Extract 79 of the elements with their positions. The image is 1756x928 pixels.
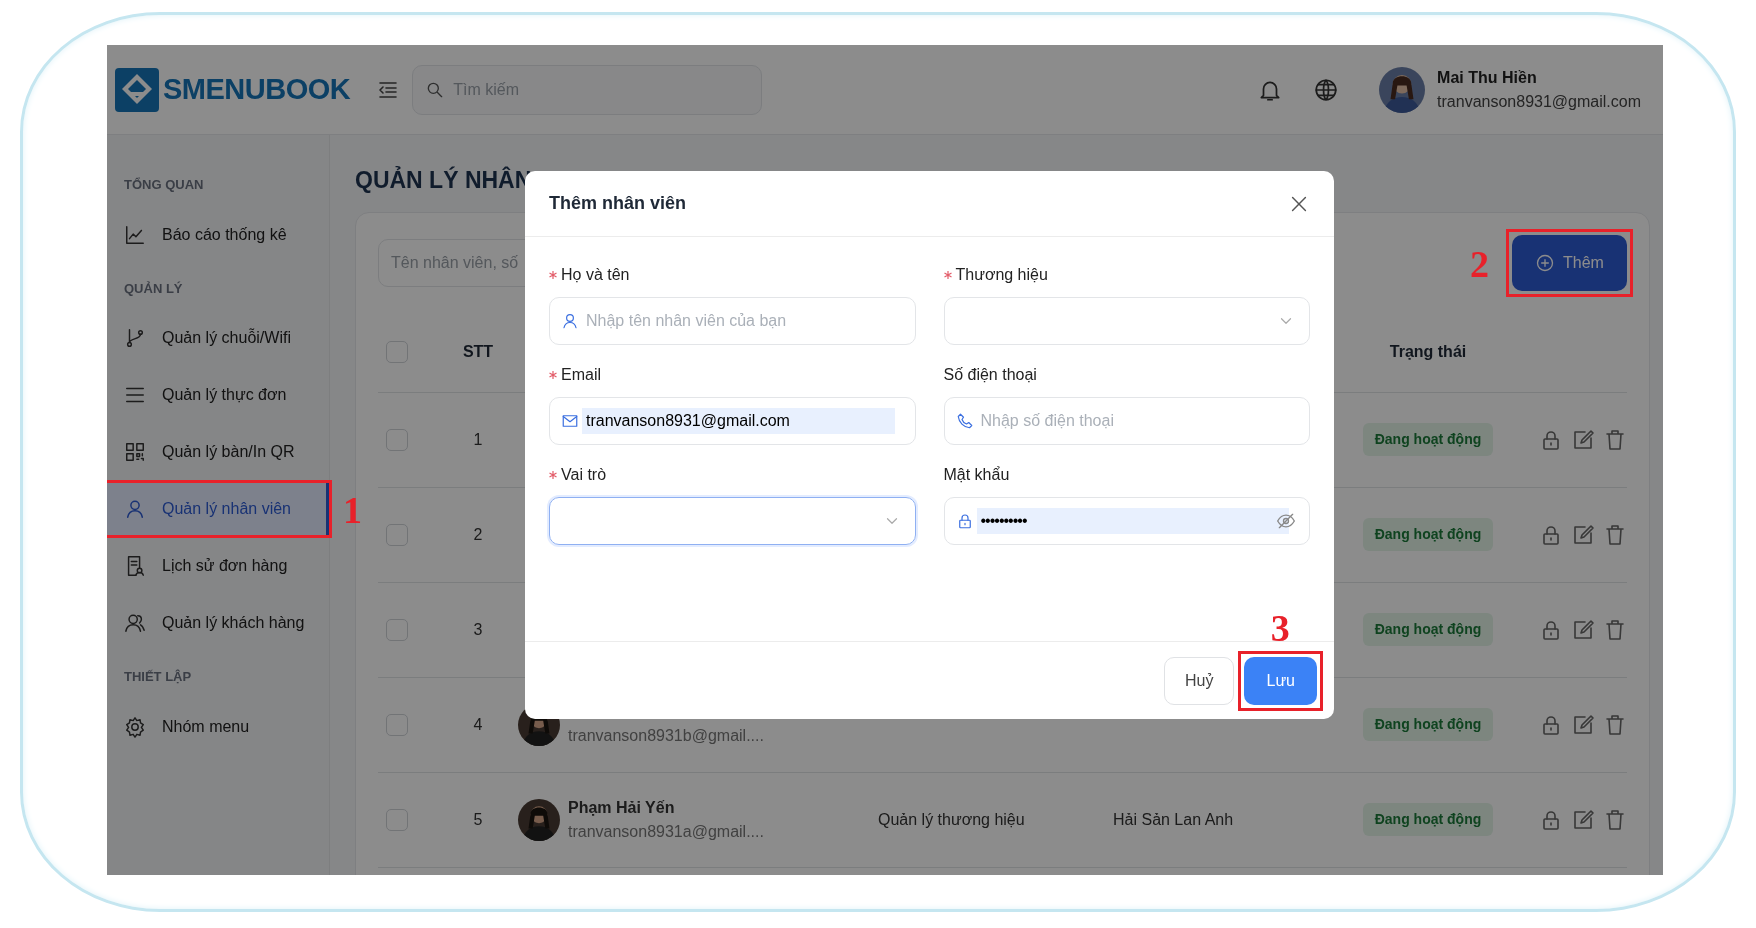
input-field[interactable]: Nhập số điện thoại xyxy=(943,397,1310,445)
status-badge: Đang hoạt động xyxy=(1362,613,1494,646)
employee-email: tranvanson8931b@gmail.... xyxy=(568,725,764,746)
checkbox[interactable] xyxy=(386,618,408,641)
input-field[interactable]: •••••••••• xyxy=(943,497,1310,545)
employee-name: Phạm Hải Yến xyxy=(568,797,676,818)
step-number: 1 xyxy=(343,491,362,529)
sidebar-item[interactable]: Báo cáo thống kê xyxy=(107,208,329,261)
logo-icon xyxy=(115,67,159,112)
trash-icon[interactable] xyxy=(1603,807,1627,832)
add-button[interactable]: Thêm xyxy=(1512,234,1627,291)
sidebar-item[interactable]: Quản lý nhân viên xyxy=(107,483,329,535)
step-number: 2 xyxy=(1470,244,1489,283)
trash-icon[interactable] xyxy=(1603,712,1627,737)
status-badge: Đang hoạt động xyxy=(1362,423,1494,456)
qr-code-icon xyxy=(124,441,146,463)
settings-icon xyxy=(124,715,146,738)
chart-icon xyxy=(124,223,146,246)
checkbox[interactable] xyxy=(386,713,408,736)
field-label: Vai trò xyxy=(561,465,607,485)
trash-icon[interactable] xyxy=(1603,522,1627,547)
sidebar-item[interactable]: Lịch sử đơn hàng xyxy=(107,540,329,592)
field-label: Mật khẩu xyxy=(943,465,1010,485)
table-cell-text: 5 xyxy=(472,809,484,830)
phone-icon xyxy=(955,412,974,430)
column-header: Trạng thái xyxy=(1388,342,1468,362)
checkbox[interactable] xyxy=(386,808,408,831)
table-cell-text: 1 xyxy=(472,429,484,450)
field-label: Họ và tên xyxy=(561,265,630,285)
sidebar-item[interactable]: Nhóm menu xyxy=(107,700,329,753)
field-label: Số điện thoại xyxy=(943,365,1037,385)
status-badge: Đang hoạt động xyxy=(1362,708,1494,741)
field-label: Email xyxy=(561,365,601,385)
status-badge: Đang hoạt động xyxy=(1362,803,1494,836)
user-icon xyxy=(124,498,146,520)
section-title: TỔNG QUAN xyxy=(123,176,205,194)
checkbox[interactable] xyxy=(386,341,408,363)
globe-icon[interactable] xyxy=(1313,76,1340,103)
mail-icon xyxy=(561,412,579,430)
table-cell-text: 3 xyxy=(472,619,484,640)
table-cell-text: 4 xyxy=(472,714,484,735)
checkbox[interactable] xyxy=(386,428,408,451)
edit-icon[interactable] xyxy=(1571,617,1595,642)
sidebar-item[interactable]: Quản lý bàn/In QR xyxy=(107,426,329,478)
section-title: THIẾT LẬP xyxy=(123,668,193,686)
logo-text: SMENUBOOK xyxy=(163,71,351,107)
sidebar-item[interactable]: Quản lý chuỗi/Wifi xyxy=(107,312,329,364)
edit-icon[interactable] xyxy=(1571,427,1595,452)
checkbox[interactable] xyxy=(386,523,408,546)
table-cell-text: Quản lý thương hiệu xyxy=(878,809,1026,830)
user-email: tranvanson8931@gmail.com xyxy=(1437,91,1641,112)
edit-icon[interactable] xyxy=(1571,522,1595,547)
status-badge: Đang hoạt động xyxy=(1362,518,1494,551)
edit-icon[interactable] xyxy=(1571,712,1595,737)
table-cell-text: 2 xyxy=(472,524,484,545)
save-button[interactable]: Lưu xyxy=(1244,656,1317,705)
section-title: QUẢN LÝ xyxy=(123,279,184,298)
eye-off-icon[interactable] xyxy=(1276,511,1296,531)
sidebar-item[interactable]: Quản lý khách hàng xyxy=(107,597,329,649)
trash-icon[interactable] xyxy=(1603,617,1627,642)
modal-title: Thêm nhân viên xyxy=(549,192,687,215)
field-label: Thương hiệu xyxy=(955,265,1048,285)
cancel-button[interactable]: Huỷ xyxy=(1164,656,1235,705)
employee-email: tranvanson8931a@gmail.... xyxy=(568,821,764,842)
column-header: STT xyxy=(461,342,495,362)
search-placeholder: Tên nhân viên, số xyxy=(391,252,519,273)
user-icon xyxy=(561,312,579,330)
branch-icon xyxy=(124,327,146,349)
trash-icon[interactable] xyxy=(1603,427,1627,452)
table-cell-text: Hải Sản Lan Anh xyxy=(1113,809,1235,830)
edit-icon[interactable] xyxy=(1571,807,1595,832)
plus-icon xyxy=(1535,252,1556,273)
step-number: 3 xyxy=(1270,608,1290,647)
input-field[interactable]: tranvanson8931@gmail.com xyxy=(549,397,916,445)
users-icon xyxy=(124,612,146,634)
input-field[interactable]: Nhập tên nhân viên của bạn xyxy=(549,297,916,345)
sidebar-item[interactable]: Quản lý thực đơn xyxy=(107,369,329,421)
select-field[interactable] xyxy=(549,497,916,545)
user-name: Mai Thu Hiền xyxy=(1437,67,1538,88)
